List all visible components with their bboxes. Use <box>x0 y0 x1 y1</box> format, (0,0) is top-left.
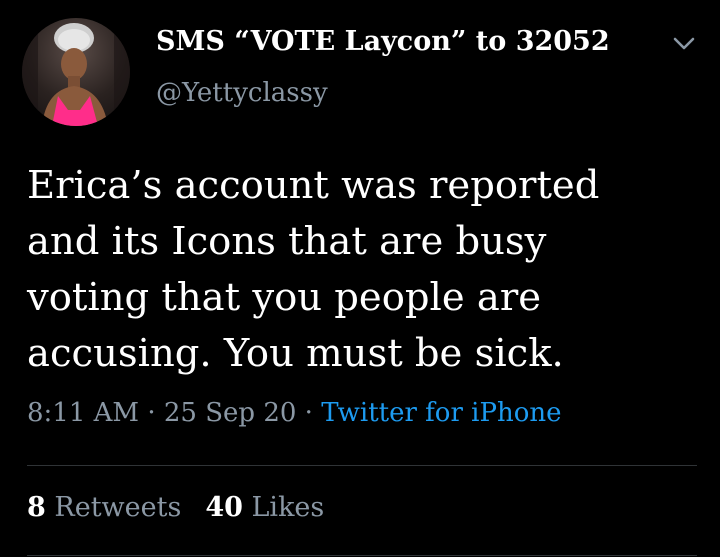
likes-label: Likes <box>251 492 325 523</box>
divider <box>27 555 697 556</box>
divider <box>27 465 697 466</box>
retweets-count: 8 <box>27 492 46 523</box>
tweet-date[interactable]: 25 Sep 20 <box>164 398 297 428</box>
tweet-text-line: accusing. You must be sick. <box>27 331 564 376</box>
meta-separator: · <box>296 398 322 428</box>
tweet-time[interactable]: 8:11 AM <box>27 398 139 428</box>
chevron-down-icon[interactable] <box>670 34 698 54</box>
tweet-detail: SMS “VOTE Laycon” to 32052 @Yettyclassy … <box>0 0 720 557</box>
tweet-text-line: voting that you people are <box>27 275 542 320</box>
display-name[interactable]: SMS “VOTE Laycon” to 32052 <box>156 26 610 57</box>
tweet-text-line: Erica’s account was reported <box>27 163 600 208</box>
engagement-stats: 8 Retweets 40 Likes <box>27 492 324 523</box>
tweet-metadata: 8:11 AM · 25 Sep 20 · Twitter for iPhone <box>27 398 561 428</box>
meta-separator: · <box>139 398 164 428</box>
tweet-text-line: and its Icons that are busy <box>27 219 547 264</box>
avatar[interactable] <box>22 18 130 126</box>
avatar-photo <box>22 18 130 126</box>
likes-stat[interactable]: 40 Likes <box>205 492 324 523</box>
tweet-source-link[interactable]: Twitter for iPhone <box>321 398 561 428</box>
tweet-text: Erica’s account was reported and its Ico… <box>27 158 707 382</box>
user-handle[interactable]: @Yettyclassy <box>156 78 328 108</box>
retweets-label: Retweets <box>54 492 182 523</box>
likes-count: 40 <box>205 492 243 523</box>
retweets-stat[interactable]: 8 Retweets <box>27 492 181 523</box>
